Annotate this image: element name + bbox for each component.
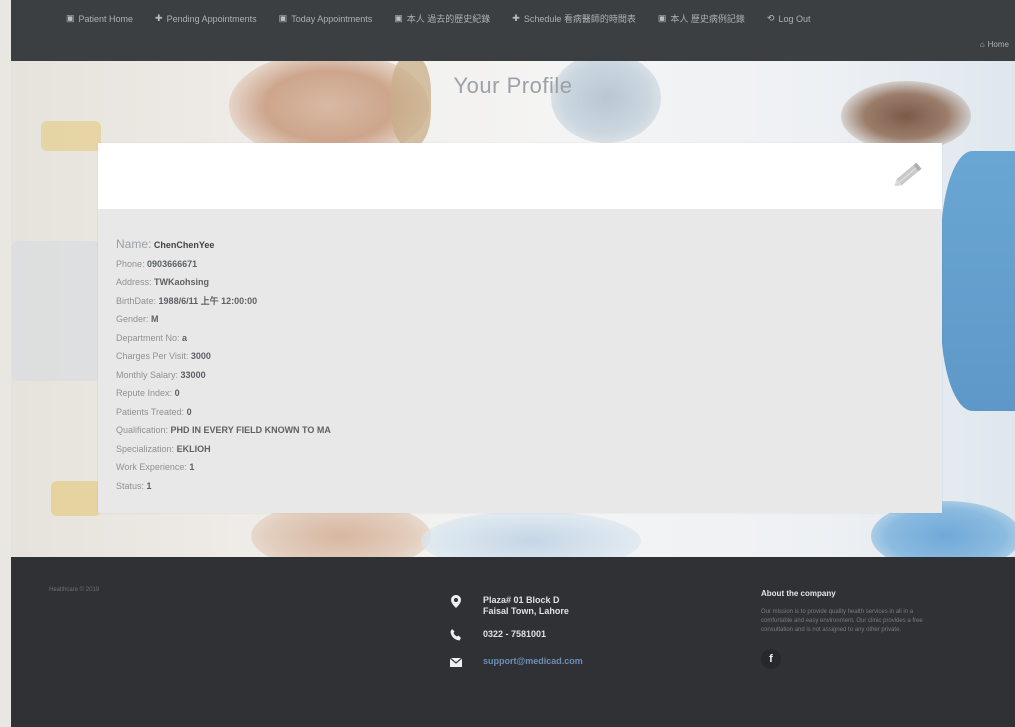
nav-item-schedule[interactable]: ✚ Schedule 看病醫師的時間表 xyxy=(512,12,636,25)
nav-item-patient-home[interactable]: ▣ Patient Home xyxy=(66,12,133,25)
footer-address: Plaza# 01 Block D Faisal Town, Lahore xyxy=(449,595,583,617)
name-label: Name: xyxy=(116,237,152,251)
address-line2: Faisal Town, Lahore xyxy=(483,606,569,616)
address-text: Plaza# 01 Block D Faisal Town, Lahore xyxy=(483,595,569,617)
field-label: Specialization: xyxy=(116,443,175,454)
profile-row-status: Status: 1 xyxy=(116,477,331,496)
nav-item-label: Schedule 看病醫師的時間表 xyxy=(523,14,636,24)
profile-row-repute: Repute Index: 0 xyxy=(116,384,331,403)
square-icon: ▣ xyxy=(278,13,288,23)
field-value: 3000 xyxy=(190,351,211,361)
square-icon: ▣ xyxy=(394,13,403,23)
nav-item-history[interactable]: ▣ 本人 過去的歷史紀錄 xyxy=(394,12,490,25)
background-photo-shape xyxy=(11,241,101,381)
nav-home-link[interactable]: ⌂ Home xyxy=(980,40,1009,49)
field-value: 33000 xyxy=(180,369,206,380)
footer-about: About the company Our mission is to prov… xyxy=(761,589,941,669)
field-label: Phone: xyxy=(116,258,145,269)
nav-item-label: Today Appointments xyxy=(291,13,373,24)
facebook-icon[interactable]: f xyxy=(761,649,781,669)
profile-card-header xyxy=(98,143,942,209)
background-photo-shape xyxy=(421,511,641,557)
nav-item-records[interactable]: ▣ 本人 歷史病例記錄 xyxy=(658,12,745,25)
home-icon: ⌂ xyxy=(979,40,985,49)
name-value: ChenChenYee xyxy=(153,240,215,250)
profile-row-salary: Monthly Salary: 33000 xyxy=(116,366,331,385)
nav-item-label: Patient Home xyxy=(78,13,134,24)
field-label: Work Experience: xyxy=(116,462,187,472)
profile-card: Name: ChenChenYee Phone: 0903666671 Addr… xyxy=(98,143,942,513)
field-value: 0903666671 xyxy=(147,258,198,269)
square-icon: ▣ xyxy=(657,13,667,23)
field-label: Address: xyxy=(116,277,152,287)
field-label: Department No: xyxy=(116,332,180,343)
page-title: Your Profile xyxy=(453,73,573,98)
nav-item-label: Log Out xyxy=(778,13,811,24)
profile-details: Name: ChenChenYee Phone: 0903666671 Addr… xyxy=(116,235,331,495)
phone-icon xyxy=(449,629,463,644)
email-link[interactable]: support@medicad.com xyxy=(483,656,583,666)
field-value: 1 xyxy=(146,480,152,491)
background-photo-shape xyxy=(51,481,101,516)
field-value: TWKaohsing xyxy=(154,277,210,287)
browser-frame: ▣ Patient Home ✚ Pending Appointments ▣ … xyxy=(11,0,1015,727)
field-label: Qualification: xyxy=(116,425,169,435)
nav-home-label: Home xyxy=(987,40,1009,49)
profile-row-phone: Phone: 0903666671 xyxy=(116,255,331,274)
background-photo-shape xyxy=(41,121,101,151)
field-value: M xyxy=(151,314,159,324)
field-label: BirthDate: xyxy=(116,295,157,306)
envelope-icon xyxy=(449,656,463,670)
field-value: EKLIOH xyxy=(176,443,211,454)
nav-item-label: 本人 過去的歷史紀錄 xyxy=(406,14,491,24)
about-text: Our mission is to provide quality health… xyxy=(761,609,923,633)
profile-row-address: Address: TWKaohsing xyxy=(116,273,331,292)
profile-row-specialization: Specialization: EKLIOH xyxy=(116,440,331,459)
field-label: Patients Treated: xyxy=(116,406,185,417)
field-value: 0 xyxy=(174,388,180,398)
copyright-text: Healthcare © 2019 xyxy=(49,587,100,593)
nav-item-label: Pending Appointments xyxy=(166,13,257,24)
field-value: 0 xyxy=(186,406,192,417)
field-label: Gender: xyxy=(116,314,149,324)
profile-row-charges: Charges Per Visit: 3000 xyxy=(116,347,331,366)
profile-row-qualification: Qualification: PHD IN EVERY FIELD KNOWN … xyxy=(116,421,331,440)
map-pin-icon xyxy=(449,595,463,611)
address-line1: Plaza# 01 Block D xyxy=(483,595,560,605)
nav-item-pending-appointments[interactable]: ✚ Pending Appointments xyxy=(155,12,257,25)
field-value: a xyxy=(182,332,188,343)
top-navbar: ▣ Patient Home ✚ Pending Appointments ▣ … xyxy=(11,0,1015,61)
profile-row-experience: Work Experience: 1 xyxy=(116,458,331,477)
plus-icon: ✚ xyxy=(155,13,163,23)
nav-item-today-appointments[interactable]: ▣ Today Appointments xyxy=(279,12,373,25)
field-label: Charges Per Visit: xyxy=(116,351,189,361)
logout-icon: ⟲ xyxy=(766,13,775,23)
field-label: Monthly Salary: xyxy=(116,369,179,380)
footer-phone: 0322 - 7581001 xyxy=(449,629,583,644)
profile-name-row: Name: ChenChenYee xyxy=(116,235,331,255)
profile-row-patients-treated: Patients Treated: 0 xyxy=(116,403,331,422)
background-photo-shape xyxy=(941,151,1015,411)
site-footer: Healthcare © 2019 Plaza# 01 Block D Fais… xyxy=(11,557,1015,727)
field-label: Status: xyxy=(116,480,145,491)
profile-row-gender: Gender: M xyxy=(116,310,331,329)
nav-item-label: 本人 歷史病例記錄 xyxy=(670,14,745,24)
footer-email: support@medicad.com xyxy=(449,656,583,670)
profile-row-birthdate: BirthDate: 1988/6/11 上午 12:00:00 xyxy=(116,292,331,311)
field-label: Repute Index: xyxy=(116,388,173,398)
nav-item-logout[interactable]: ⟲ Log Out xyxy=(767,12,811,25)
footer-contact: Plaza# 01 Block D Faisal Town, Lahore 03… xyxy=(449,595,583,682)
field-value: 1988/6/11 上午 12:00:00 xyxy=(158,295,258,306)
field-value: PHD IN EVERY FIELD KNOWN TO MA xyxy=(170,425,331,435)
pencil-icon[interactable] xyxy=(892,157,926,191)
plus-icon: ✚ xyxy=(512,13,520,23)
about-title: About the company xyxy=(761,589,836,598)
profile-row-department: Department No: a xyxy=(116,329,331,348)
phone-number: 0322 - 7581001 xyxy=(483,629,547,639)
nav-menu: ▣ Patient Home ✚ Pending Appointments ▣ … xyxy=(66,12,1015,25)
square-icon: ▣ xyxy=(66,13,75,23)
field-value: 1 xyxy=(189,462,195,472)
